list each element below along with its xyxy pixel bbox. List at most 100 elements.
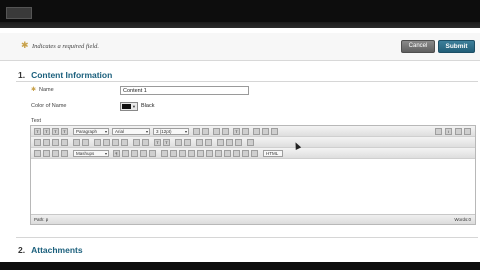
name-input[interactable] xyxy=(120,86,249,95)
info-icon[interactable]: i xyxy=(445,128,452,135)
submit-button[interactable]: Submit xyxy=(438,40,475,53)
quote-icon[interactable] xyxy=(122,150,129,157)
editor-toolbar-row-1: T T T T Paragraph ▾ Arial ▾ 3 (12pt) ▾ T i xyxy=(31,126,475,137)
editor-path: Path: p xyxy=(34,217,49,222)
section-number: 2. xyxy=(18,245,26,255)
insert-file-icon[interactable] xyxy=(34,150,41,157)
delete-column-icon[interactable] xyxy=(233,150,240,157)
nonbreaking-space-icon[interactable] xyxy=(226,139,233,146)
unlink-icon[interactable] xyxy=(184,139,191,146)
chevron-down-icon[interactable] xyxy=(235,139,242,146)
chevron-down-icon: ▼ xyxy=(132,104,136,109)
font-select-value: Arial xyxy=(115,129,125,134)
name-label: Name xyxy=(39,87,54,93)
align-center-icon[interactable] xyxy=(103,139,110,146)
chevron-down-icon[interactable] xyxy=(262,128,269,135)
paragraph-select[interactable]: Paragraph ▾ xyxy=(73,128,109,135)
undo-icon[interactable] xyxy=(73,139,80,146)
horizontal-rule-icon[interactable] xyxy=(217,139,224,146)
app-logo xyxy=(6,7,32,19)
insert-image-icon[interactable] xyxy=(43,150,50,157)
outdent-icon[interactable] xyxy=(133,139,140,146)
split-cells-icon[interactable] xyxy=(242,150,249,157)
spellcheck-icon[interactable] xyxy=(435,128,442,135)
color-swatch xyxy=(122,104,131,109)
editor-toolbar-row-2: T T xyxy=(31,137,475,148)
toggle-toolbar-icon[interactable] xyxy=(464,128,471,135)
editor-toolbar-row-3: Mashups ▾ ¶ HTML xyxy=(31,148,475,159)
table-row-props-icon[interactable] xyxy=(170,150,177,157)
font-size-select-value: 3 (12pt) xyxy=(156,129,172,134)
section-title: Attachments xyxy=(31,245,83,255)
insert-flash-icon[interactable] xyxy=(61,150,68,157)
section-attachments: 2. Attachments xyxy=(18,245,83,255)
eraser-icon[interactable] xyxy=(271,128,278,135)
insert-row-before-icon[interactable] xyxy=(188,150,195,157)
merge-cells-icon[interactable] xyxy=(251,150,258,157)
table-icon[interactable] xyxy=(161,150,168,157)
preview-icon[interactable] xyxy=(149,150,156,157)
chevron-down-icon: ▾ xyxy=(104,151,107,156)
insert-row-after-icon[interactable] xyxy=(197,150,204,157)
name-required-icon: ✱ xyxy=(31,87,37,93)
cut-icon[interactable] xyxy=(34,139,41,146)
chevron-down-icon[interactable] xyxy=(202,128,209,135)
word-count: Words:0 xyxy=(454,217,471,222)
underline-icon[interactable]: T xyxy=(52,128,59,135)
section-divider xyxy=(16,237,478,238)
find-icon[interactable] xyxy=(61,139,68,146)
copy-icon[interactable] xyxy=(43,139,50,146)
paragraph-mark-icon[interactable]: ¶ xyxy=(113,150,120,157)
strikethrough-icon[interactable]: T xyxy=(61,128,68,135)
chevron-down-icon: ▾ xyxy=(145,129,148,134)
cancel-button[interactable]: Cancel xyxy=(401,40,435,53)
section-title: Content Information xyxy=(31,70,113,80)
align-justify-icon[interactable] xyxy=(121,139,128,146)
highlight-icon[interactable] xyxy=(253,128,260,135)
mashups-select[interactable]: Mashups ▾ xyxy=(73,150,109,157)
color-picker-button[interactable]: ▼ xyxy=(120,102,138,111)
html-source-button[interactable]: HTML xyxy=(263,150,283,157)
editor-status-bar: Path: p Words:0 xyxy=(31,214,475,224)
chevron-down-icon[interactable] xyxy=(242,128,249,135)
redo-icon[interactable] xyxy=(82,139,89,146)
font-size-select[interactable]: 3 (12pt) ▾ xyxy=(153,128,189,135)
color-of-name-label: Color of Name xyxy=(31,103,67,109)
insert-column-before-icon[interactable] xyxy=(215,150,222,157)
editor-content-area[interactable] xyxy=(31,159,475,214)
ltr-icon[interactable] xyxy=(196,139,203,146)
top-bar-strip xyxy=(0,22,480,28)
insert-column-after-icon[interactable] xyxy=(224,150,231,157)
subscript-icon[interactable]: T xyxy=(163,139,170,146)
text-editor: T T T T Paragraph ▾ Arial ▾ 3 (12pt) ▾ T i xyxy=(30,125,476,225)
link-icon[interactable] xyxy=(175,139,182,146)
required-star-icon: ✱ xyxy=(21,40,29,50)
indent-icon[interactable] xyxy=(142,139,149,146)
text-label: Text xyxy=(31,118,42,124)
superscript-icon[interactable]: T xyxy=(154,139,161,146)
chevron-down-icon[interactable] xyxy=(222,128,229,135)
section-divider xyxy=(16,81,478,82)
rtl-icon[interactable] xyxy=(205,139,212,146)
toggle-lines-icon[interactable] xyxy=(247,139,254,146)
bullet-list-icon[interactable] xyxy=(193,128,200,135)
emoticon-icon[interactable] xyxy=(140,150,147,157)
bottom-bar xyxy=(0,262,480,270)
section-content-information: 1. Content Information xyxy=(18,70,112,80)
align-right-icon[interactable] xyxy=(112,139,119,146)
font-select[interactable]: Arial ▾ xyxy=(112,128,150,135)
copyright-icon[interactable] xyxy=(131,150,138,157)
insert-media-icon[interactable] xyxy=(52,150,59,157)
section-number: 1. xyxy=(18,70,26,80)
numbered-list-icon[interactable] xyxy=(213,128,220,135)
delete-row-icon[interactable] xyxy=(206,150,213,157)
text-color-icon[interactable]: T xyxy=(233,128,240,135)
paragraph-select-value: Paragraph xyxy=(76,129,98,134)
fullscreen-icon[interactable] xyxy=(455,128,462,135)
align-left-icon[interactable] xyxy=(94,139,101,146)
html-source-label: HTML xyxy=(266,151,279,156)
table-cell-props-icon[interactable] xyxy=(179,150,186,157)
italic-icon[interactable]: T xyxy=(43,128,50,135)
paste-icon[interactable] xyxy=(52,139,59,146)
bold-icon[interactable]: T xyxy=(34,128,41,135)
